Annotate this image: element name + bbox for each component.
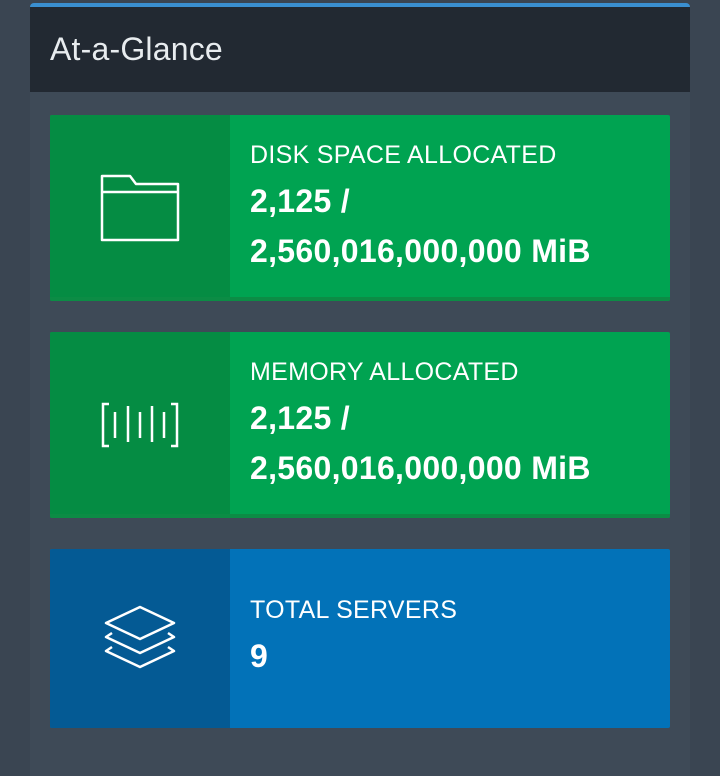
disk-space-value-line1: 2,125 / xyxy=(250,182,350,219)
memory-value-line1: 2,125 / xyxy=(250,399,350,436)
disk-space-label: DISK SPACE ALLOCATED xyxy=(250,140,557,169)
servers-icon-area xyxy=(50,549,230,728)
servers-label: TOTAL SERVERS xyxy=(250,596,458,624)
memory-value-line2: 2,560,016,000,000 MiB xyxy=(250,449,591,486)
at-a-glance-panel: At-a-Glance DISK SPACE ALLOCATED 2,125 /… xyxy=(30,3,690,776)
memory-content: MEMORY ALLOCATED 2,125 / 2,560,016,000,0… xyxy=(230,332,591,518)
disk-space-icon-area xyxy=(50,115,230,301)
servers-stat-box: TOTAL SERVERS 9 xyxy=(50,549,670,728)
servers-value: 9 xyxy=(250,638,269,674)
disk-space-value-line2: 2,560,016,000,000 MiB xyxy=(250,232,591,269)
servers-content: TOTAL SERVERS 9 xyxy=(230,549,457,728)
panel-title: At-a-Glance xyxy=(50,31,223,67)
layers-icon xyxy=(104,605,176,668)
panel-header: At-a-Glance xyxy=(30,7,690,92)
memory-icon xyxy=(101,402,179,448)
memory-icon-area xyxy=(50,332,230,518)
folder-icon xyxy=(100,174,180,242)
disk-space-content: DISK SPACE ALLOCATED 2,125 / 2,560,016,0… xyxy=(230,115,591,301)
memory-label: MEMORY ALLOCATED xyxy=(250,357,519,386)
disk-space-stat-box: DISK SPACE ALLOCATED 2,125 / 2,560,016,0… xyxy=(50,115,670,301)
memory-stat-box: MEMORY ALLOCATED 2,125 / 2,560,016,000,0… xyxy=(50,332,670,518)
